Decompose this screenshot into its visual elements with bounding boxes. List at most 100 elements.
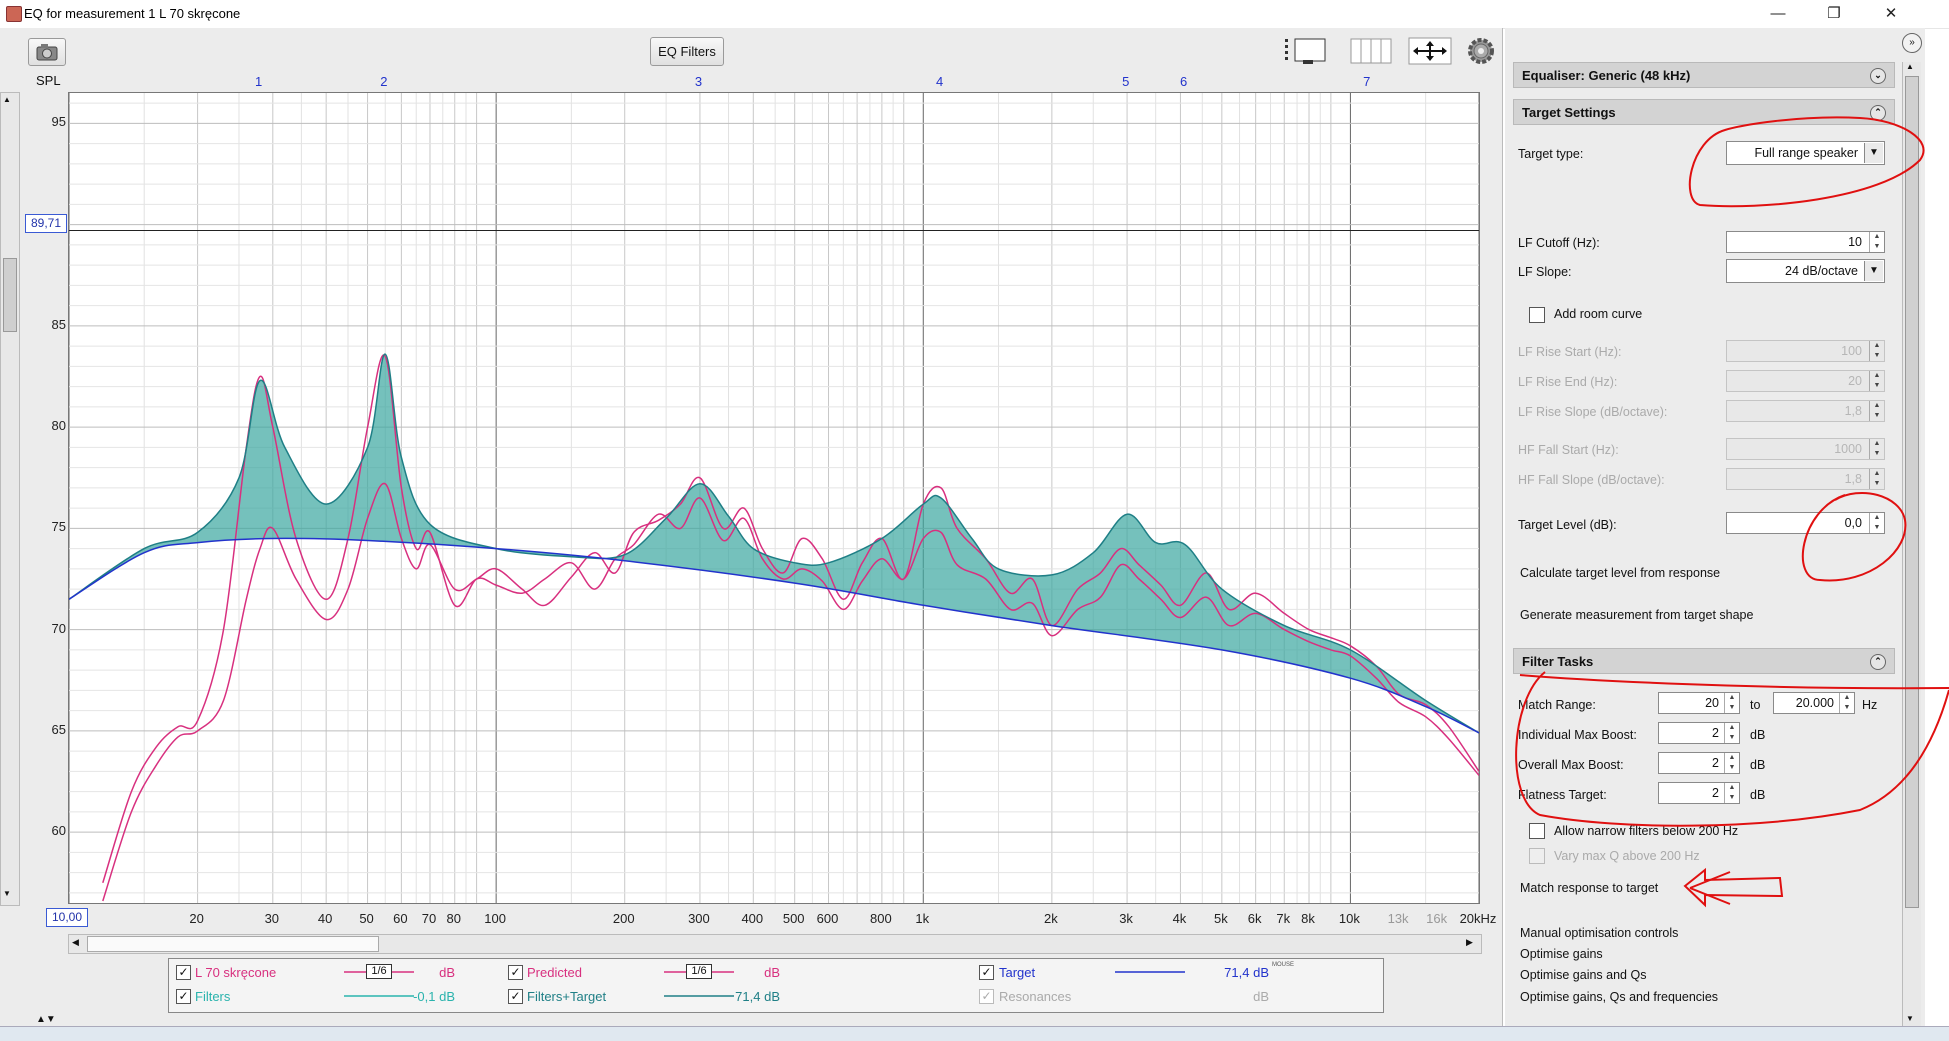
fit-view-icon[interactable] — [1407, 36, 1453, 66]
scroll-left-icon[interactable]: ◀ — [72, 937, 79, 948]
x-tick-label: 7k — [1276, 911, 1291, 926]
legend-value-l70: dB — [439, 965, 455, 980]
chevron-down-icon[interactable]: ▼ — [1864, 143, 1883, 163]
legend-value-resonances: dB — [1253, 989, 1269, 1004]
panel-scroll-down-icon[interactable]: ▼ — [1906, 1014, 1914, 1023]
vary-max-q-checkbox[interactable] — [1529, 848, 1545, 864]
lf-slope-dropdown[interactable]: 24 dB/octave ▼ — [1726, 259, 1885, 283]
scroll-up-icon[interactable]: ▲ — [3, 95, 11, 104]
target-settings-header[interactable]: Target Settings ⌃ — [1513, 99, 1895, 125]
camera-icon[interactable] — [28, 38, 66, 66]
panel-scroll-thumb[interactable] — [1905, 76, 1919, 908]
lf-rise-slope-field[interactable]: 1,8 ▲ ▼ — [1726, 400, 1885, 422]
hf-fall-start-field[interactable]: 1000 ▲ ▼ — [1726, 438, 1885, 460]
legend-checkbox-target[interactable]: ✓ — [979, 965, 994, 980]
scroll-down-icon[interactable]: ▼ — [3, 889, 11, 898]
db-unit-label: dB — [1750, 728, 1766, 742]
gear-icon[interactable] — [1466, 36, 1496, 66]
filter-number-marker[interactable]: 3 — [695, 74, 702, 89]
legend-line-target — [1115, 971, 1185, 973]
scroll-right-icon[interactable]: ▶ — [1466, 937, 1473, 948]
legend-checkbox-filters-target[interactable]: ✓ — [508, 989, 523, 1004]
maximize-button[interactable]: ❐ — [1811, 0, 1857, 28]
vertical-scroll-thumb[interactable] — [3, 258, 17, 332]
flatness-target-field[interactable]: 2 ▲ ▼ — [1658, 782, 1740, 804]
filter-number-marker[interactable]: 7 — [1363, 74, 1370, 89]
stepper-icon: ▲ ▼ — [1869, 439, 1884, 459]
vary-max-q-label: Vary max Q above 200 Hz — [1554, 849, 1700, 863]
target-type-dropdown[interactable]: Full range speaker ▼ — [1726, 141, 1885, 165]
legend-checkbox-filters[interactable]: ✓ — [176, 989, 191, 1004]
individual-max-boost-field[interactable]: 2 ▲ ▼ — [1658, 722, 1740, 744]
legend-checkbox-predicted[interactable]: ✓ — [508, 965, 523, 980]
legend-value-filters: -0,1 dB — [413, 989, 455, 1004]
allow-narrow-filters-checkbox[interactable] — [1529, 823, 1545, 839]
eq-filters-button[interactable]: EQ Filters — [650, 37, 724, 66]
grid-columns-icon[interactable] — [1348, 36, 1394, 66]
match-range-from-field[interactable]: 20 ▲ ▼ — [1658, 692, 1740, 714]
chevron-down-icon[interactable]: ▼ — [1864, 261, 1883, 281]
expand-equaliser-icon[interactable]: ⌄ — [1870, 68, 1886, 84]
stepper-icon[interactable]: ▲ ▼ — [1839, 693, 1854, 713]
spl-axis-label: SPL — [36, 73, 61, 88]
close-button[interactable]: ✕ — [1868, 0, 1914, 28]
calc-target-level-button[interactable]: Calculate target level from response — [1520, 566, 1720, 580]
legend-value-target: 71,4 dB — [1224, 965, 1269, 980]
stepper-icon[interactable]: ▲ ▼ — [1869, 513, 1884, 533]
flatness-target-value: 2 — [1712, 786, 1719, 800]
optimise-gains-qs-freq-button[interactable]: Optimise gains, Qs and frequencies — [1520, 990, 1718, 1004]
stepper-icon[interactable]: ▲ ▼ — [1724, 693, 1739, 713]
filter-number-marker[interactable]: 6 — [1180, 74, 1187, 89]
optimise-gains-button[interactable]: Optimise gains — [1520, 947, 1603, 961]
collapse-target-settings-icon[interactable]: ⌃ — [1870, 105, 1886, 121]
legend-name-filters-target: Filters+Target — [527, 989, 607, 1004]
overall-max-boost-field[interactable]: 2 ▲ ▼ — [1658, 752, 1740, 774]
match-range-to-field[interactable]: 20.000 ▲ ▼ — [1773, 692, 1855, 714]
x-tick-label: 80 — [446, 911, 461, 926]
stepper-icon[interactable]: ▲ ▼ — [1869, 232, 1884, 252]
stepper-icon[interactable]: ▲ ▼ — [1724, 783, 1739, 803]
x-tick-label: 800 — [870, 911, 892, 926]
expand-arrows-icon[interactable]: ▲▼ — [36, 1014, 56, 1025]
lf-cutoff-field[interactable]: 10 ▲ ▼ — [1726, 231, 1885, 253]
add-room-curve-checkbox[interactable] — [1529, 307, 1545, 323]
x-tick-label: 30 — [264, 911, 280, 926]
stepper-icon[interactable]: ▲ ▼ — [1724, 723, 1739, 743]
collapse-panel-icon[interactable]: » — [1902, 33, 1922, 53]
y-tick-label: 60 — [51, 823, 66, 839]
legend-name-filters: Filters — [195, 989, 231, 1004]
target-level-value: 0,0 — [1844, 516, 1862, 530]
match-response-button[interactable]: Match response to target — [1520, 881, 1658, 895]
panel-scrollbar[interactable]: ▲ ▼ — [1902, 62, 1921, 1027]
lf-rise-slope-value: 1,8 — [1844, 404, 1862, 418]
stepper-icon[interactable]: ▲ ▼ — [1724, 753, 1739, 773]
filter-tasks-label: Filter Tasks — [1522, 654, 1594, 669]
legend-checkbox-resonances[interactable]: ✓ — [979, 989, 994, 1004]
x-start-label[interactable]: 10,00 — [46, 908, 88, 927]
filter-number-marker[interactable]: 1 — [255, 74, 262, 89]
panel-scroll-up-icon[interactable]: ▲ — [1906, 62, 1914, 71]
horizontal-scroll-thumb[interactable] — [87, 936, 379, 952]
filter-number-marker[interactable]: 4 — [936, 74, 943, 89]
series-l70 — [102, 476, 1480, 902]
lf-rise-start-field[interactable]: 100 ▲ ▼ — [1726, 340, 1885, 362]
filter-tasks-header[interactable]: Filter Tasks ⌃ — [1513, 648, 1895, 674]
filter-number-marker[interactable]: 2 — [380, 74, 387, 89]
legend-checkbox-l70[interactable]: ✓ — [176, 965, 191, 980]
target-level-field[interactable]: 0,0 ▲ ▼ — [1726, 512, 1885, 534]
graph-layout-icon[interactable] — [1283, 36, 1329, 66]
frequency-response-plot[interactable] — [68, 92, 1480, 904]
legend-value-filters-target: 71,4 dB — [735, 989, 780, 1004]
vertical-scrollbar[interactable]: ▲ ▼ — [0, 92, 20, 906]
filter-number-marker[interactable]: 5 — [1122, 74, 1129, 89]
lf-rise-end-field[interactable]: 20 ▲ ▼ — [1726, 370, 1885, 392]
equaliser-header[interactable]: Equaliser: Generic (48 kHz) ⌄ — [1513, 62, 1895, 88]
collapse-filter-tasks-icon[interactable]: ⌃ — [1870, 654, 1886, 670]
horizontal-scrollbar[interactable]: ◀ ▶ — [68, 934, 1482, 954]
hf-fall-slope-field[interactable]: 1,8 ▲ ▼ — [1726, 468, 1885, 490]
y-tick-label: 65 — [51, 721, 66, 737]
generate-measurement-button[interactable]: Generate measurement from target shape — [1520, 608, 1753, 622]
minimize-button[interactable]: — — [1755, 0, 1801, 28]
manual-optimisation-button[interactable]: Manual optimisation controls — [1520, 926, 1678, 940]
optimise-gains-qs-button[interactable]: Optimise gains and Qs — [1520, 968, 1646, 982]
